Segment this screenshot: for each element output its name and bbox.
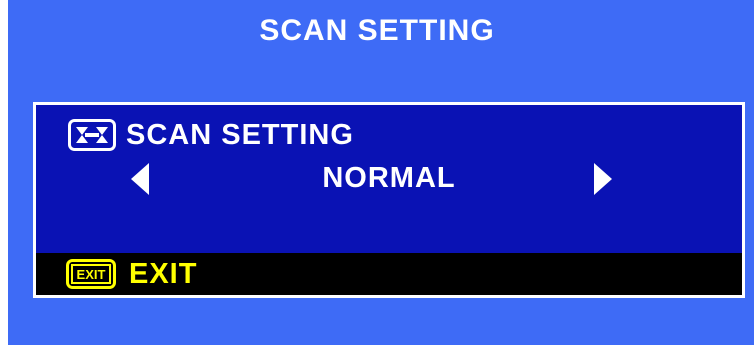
scan-setting-icon bbox=[68, 119, 116, 151]
setting-label: SCAN SETTING bbox=[126, 118, 354, 151]
exit-label: EXIT bbox=[129, 257, 198, 290]
osd-screen: SCAN SETTING SCAN SETTING NORMAL EXIT EX… bbox=[0, 0, 754, 345]
setting-header: SCAN SETTING bbox=[68, 117, 354, 153]
setting-value: NORMAL bbox=[322, 162, 456, 194]
scan-setting-dialog: SCAN SETTING NORMAL EXIT EXIT bbox=[33, 102, 745, 298]
exit-icon-text: EXIT bbox=[77, 267, 106, 282]
exit-icon: EXIT bbox=[66, 259, 116, 289]
menu-title: SCAN SETTING bbox=[259, 14, 495, 47]
arrow-right-icon[interactable] bbox=[594, 163, 612, 195]
exit-button[interactable]: EXIT EXIT bbox=[36, 253, 742, 295]
